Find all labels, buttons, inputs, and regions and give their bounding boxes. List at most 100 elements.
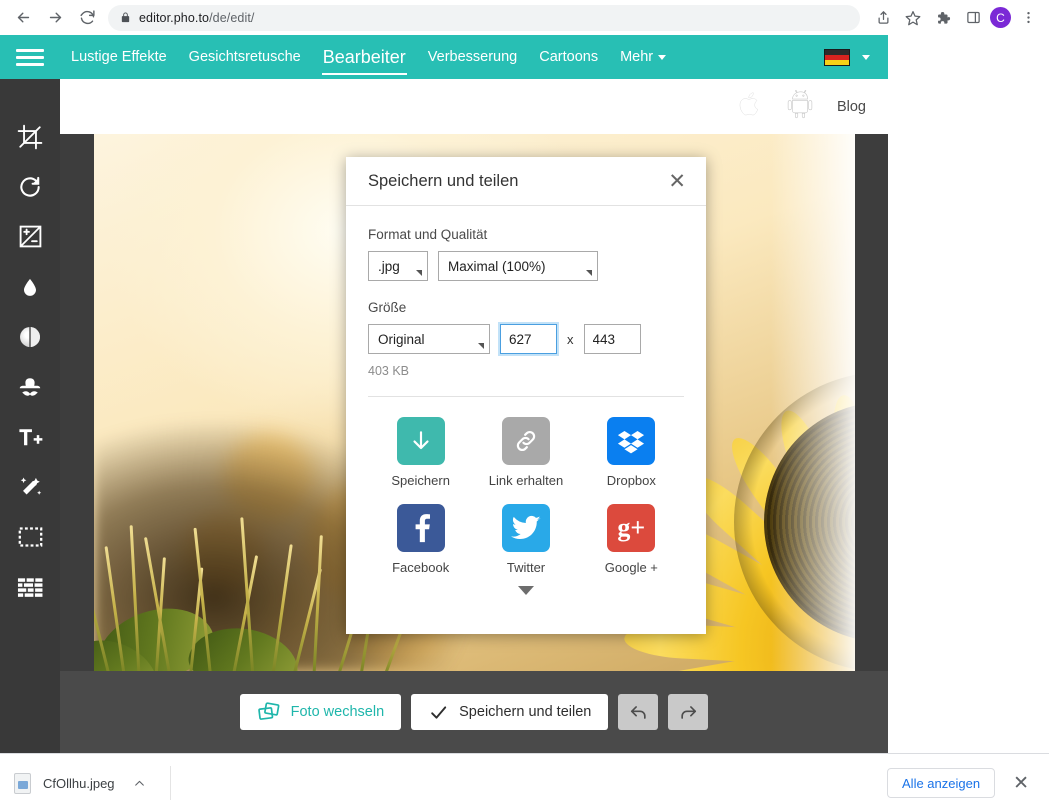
share-label: Google + <box>605 560 658 575</box>
share-facebook[interactable]: Facebook <box>368 504 473 575</box>
link-chain-icon <box>502 417 550 465</box>
browser-toolbar: editor.pho.to/de/edit/ C <box>0 0 1049 35</box>
save-and-share-label: Speichern und teilen <box>459 704 591 720</box>
facebook-icon <box>397 504 445 552</box>
main-navigation: Lustige Effekte Gesichtsretusche Bearbei… <box>0 35 888 79</box>
side-panel-icon[interactable] <box>960 5 986 31</box>
download-arrow-icon <box>397 417 445 465</box>
redo-arrow-icon <box>679 703 698 722</box>
share-icon[interactable] <box>870 5 896 31</box>
download-bar-actions: Alle anzeigen ✕ <box>887 768 1035 798</box>
apple-icon[interactable] <box>737 89 763 124</box>
address-bar[interactable]: editor.pho.to/de/edit/ <box>108 5 860 31</box>
change-photo-label: Foto wechseln <box>291 704 385 720</box>
save-and-share-dialog: Speichern und teilen ✕ Format und Qualit… <box>346 157 706 634</box>
download-item[interactable]: CfOllhu.jpeg <box>14 766 171 800</box>
width-input[interactable] <box>500 324 557 354</box>
show-all-downloads-button[interactable]: Alle anzeigen <box>887 768 995 798</box>
blur-tool[interactable] <box>10 271 50 302</box>
water-drop-icon <box>20 274 40 300</box>
save-and-share-button[interactable]: Speichern und teilen <box>411 694 608 730</box>
nav-label: Gesichtsretusche <box>189 49 301 65</box>
quality-select[interactable]: Maximal (100%) <box>438 251 598 281</box>
nav-item-cartoons[interactable]: Cartoons <box>528 35 609 79</box>
google-plus-icon: g+ <box>607 504 655 552</box>
nav-item-lustige-effekte[interactable]: Lustige Effekte <box>60 35 178 79</box>
format-quality-row: .jpg Maximal (100%) <box>368 251 684 281</box>
blog-link[interactable]: Blog <box>837 99 866 115</box>
share-label: Link erhalten <box>489 473 563 488</box>
size-preset-select[interactable]: Original <box>368 324 490 354</box>
photos-stack-icon <box>257 702 281 723</box>
editor-toolbar <box>0 79 60 753</box>
redo-button[interactable] <box>668 694 708 730</box>
undo-button[interactable] <box>618 694 658 730</box>
close-icon[interactable]: ✕ <box>1007 774 1035 793</box>
avatar[interactable]: C <box>990 7 1011 28</box>
star-icon[interactable] <box>900 5 926 31</box>
close-icon[interactable]: ✕ <box>664 169 690 194</box>
chevron-down-icon <box>518 586 534 595</box>
nav-item-gesichtsretusche[interactable]: Gesichtsretusche <box>178 35 312 79</box>
nav-item-mehr[interactable]: Mehr <box>609 35 677 79</box>
puzzle-icon[interactable] <box>930 5 956 31</box>
reload-icon <box>79 9 96 26</box>
avatar-letter: C <box>996 11 1005 25</box>
back-button[interactable] <box>8 4 38 32</box>
size-label: Größe <box>368 300 684 315</box>
twitter-icon <box>502 504 550 552</box>
nav-item-verbesserung[interactable]: Verbesserung <box>417 35 528 79</box>
change-photo-button[interactable]: Foto wechseln <box>240 694 402 730</box>
hamburger-menu-icon[interactable] <box>0 35 60 79</box>
share-save[interactable]: Speichern <box>368 417 473 488</box>
contrast-tool[interactable] <box>10 321 50 352</box>
share-google-plus[interactable]: g+ Google + <box>579 504 684 575</box>
magic-wand-icon <box>17 474 44 500</box>
dialog-title: Speichern und teilen <box>368 172 518 191</box>
file-image-icon <box>14 773 31 794</box>
text-tool[interactable] <box>10 421 50 452</box>
chevron-down-icon <box>862 55 870 60</box>
german-flag-icon <box>824 49 850 66</box>
face-effects-tool[interactable] <box>10 371 50 402</box>
exposure-tool[interactable] <box>10 221 50 252</box>
android-icon[interactable] <box>785 89 815 124</box>
nav-label: Mehr <box>620 49 653 65</box>
download-bar: CfOllhu.jpeg Alle anzeigen ✕ <box>0 753 1049 812</box>
share-twitter[interactable]: Twitter <box>473 504 578 575</box>
quality-value: Maximal (100%) <box>448 259 546 274</box>
share-label: Facebook <box>392 560 449 575</box>
nav-label: Cartoons <box>539 49 598 65</box>
chevron-down-icon <box>658 55 666 60</box>
download-file-name: CfOllhu.jpeg <box>43 776 115 791</box>
dialog-header: Speichern und teilen ✕ <box>346 157 706 206</box>
nav-item-bearbeiter[interactable]: Bearbeiter <box>312 35 417 79</box>
checkmark-icon <box>428 703 449 722</box>
platform-links: Blog <box>737 79 866 134</box>
frame-icon <box>17 525 44 549</box>
lock-icon <box>120 11 131 24</box>
format-select[interactable]: .jpg <box>368 251 428 281</box>
height-input[interactable] <box>584 324 641 354</box>
add-text-icon <box>17 425 44 449</box>
expand-share-options[interactable] <box>346 586 706 595</box>
share-get-link[interactable]: Link erhalten <box>473 417 578 488</box>
exposure-icon <box>18 224 43 249</box>
undo-arrow-icon <box>629 703 648 722</box>
three-dot-menu-icon[interactable] <box>1015 5 1041 31</box>
back-arrow-icon <box>15 9 32 26</box>
forward-button[interactable] <box>40 4 70 32</box>
share-dropbox[interactable]: Dropbox <box>579 417 684 488</box>
nav-label: Lustige Effekte <box>71 49 167 65</box>
reload-button[interactable] <box>72 4 102 32</box>
language-selector[interactable] <box>824 35 870 79</box>
crop-tool[interactable] <box>10 121 50 152</box>
texture-tool[interactable] <box>10 571 50 602</box>
rotate-tool[interactable] <box>10 171 50 202</box>
chevron-up-icon[interactable] <box>127 777 152 790</box>
size-row: Original x <box>368 324 684 354</box>
url-text: editor.pho.to/de/edit/ <box>139 11 255 25</box>
frame-tool[interactable] <box>10 521 50 552</box>
format-quality-label: Format und Qualität <box>368 227 684 242</box>
magic-tool[interactable] <box>10 471 50 502</box>
